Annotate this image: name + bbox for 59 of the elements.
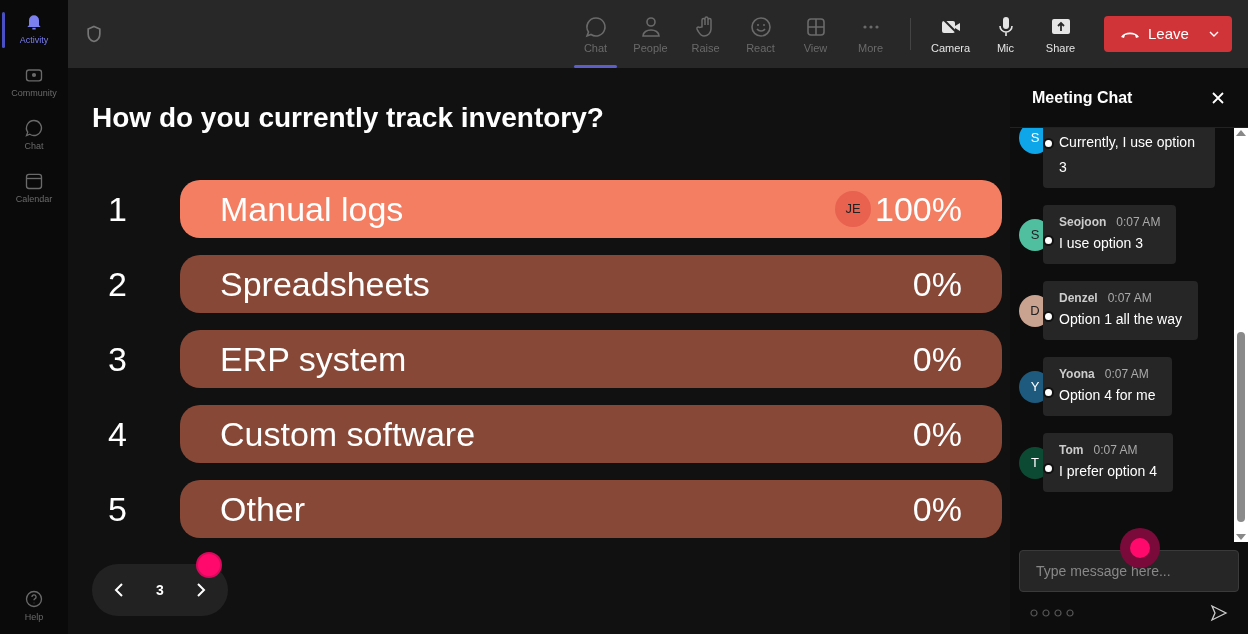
message-text: I prefer option 4 — [1059, 462, 1158, 481]
message-text: I use option 3 — [1059, 234, 1145, 253]
chat-bubble-icon — [583, 14, 608, 39]
rail-item[interactable]: Chat — [2, 114, 66, 155]
help-button[interactable]: Help — [24, 589, 44, 622]
option-number: 1 — [107, 188, 128, 230]
message-time: 0:07 AM — [1107, 290, 1152, 307]
toolbar-button[interactable]: Camera — [923, 0, 978, 68]
rail-item[interactable]: Community — [2, 61, 66, 102]
option-percent: 0% — [912, 488, 962, 530]
close-icon[interactable] — [1210, 89, 1226, 106]
toolbar-button[interactable]: Mic — [978, 0, 1033, 68]
option-label: Spreadsheets — [220, 263, 431, 305]
page-number: 3 — [156, 580, 164, 600]
message-author: Denzel — [1059, 290, 1098, 307]
leave-button[interactable]: Leave — [1104, 16, 1232, 52]
option-number: 2 — [107, 263, 128, 305]
message-input[interactable]: Type message here... — [1019, 550, 1239, 592]
option-number: 4 — [107, 413, 128, 455]
toolbar-button[interactable]: More — [843, 0, 898, 68]
smiley-icon — [748, 14, 773, 39]
option-label: Custom software — [220, 413, 477, 455]
option-label: Manual logs — [220, 188, 405, 230]
voter-avatar: JE — [835, 191, 872, 227]
help-icon — [24, 589, 44, 609]
toolbar-button[interactable]: Chat — [568, 0, 623, 68]
toolbar-button[interactable]: View — [788, 0, 843, 68]
message-time: 0:07 AM — [1104, 366, 1149, 383]
toolbar-button[interactable]: People — [623, 0, 678, 68]
more-icon — [862, 24, 879, 29]
toolbar-button[interactable]: Raise — [678, 0, 733, 68]
send-icon[interactable] — [1210, 604, 1228, 622]
rail-item[interactable]: Calendar — [2, 167, 66, 208]
option-percent: 0% — [912, 338, 962, 380]
poll-question: How do you currently track inventory? — [92, 104, 605, 132]
rail-item[interactable]: Activity — [2, 8, 66, 49]
chat-bubble-icon — [24, 118, 44, 138]
toolbar-button[interactable]: Share — [1033, 0, 1088, 68]
click-indicator — [1120, 528, 1160, 568]
toolbar-button[interactable]: React — [733, 0, 788, 68]
option-number: 3 — [107, 338, 128, 380]
message-author: Yoona — [1059, 366, 1095, 383]
chat-title: Meeting Chat — [1032, 87, 1133, 108]
shield-icon — [84, 24, 104, 44]
option-percent: 0% — [912, 413, 962, 455]
message-text: Option 4 for me — [1059, 386, 1156, 405]
message-text: Option 1 all the way — [1059, 310, 1182, 329]
calendar-icon — [24, 171, 44, 191]
option-label: Other — [220, 488, 307, 530]
option-percent: 100% — [875, 188, 962, 230]
message-author: Seojoon — [1059, 214, 1107, 231]
option-percent: 0% — [912, 263, 962, 305]
click-indicator — [196, 552, 222, 578]
message-time: 0:07 AM — [1116, 214, 1161, 231]
option-label: ERP system — [220, 338, 408, 380]
message-author: Tom — [1059, 442, 1084, 459]
message-text: Currently, I use option 3 — [1059, 133, 1196, 177]
message-time: 0:07 AM — [1093, 442, 1138, 459]
option-number: 5 — [107, 488, 128, 530]
